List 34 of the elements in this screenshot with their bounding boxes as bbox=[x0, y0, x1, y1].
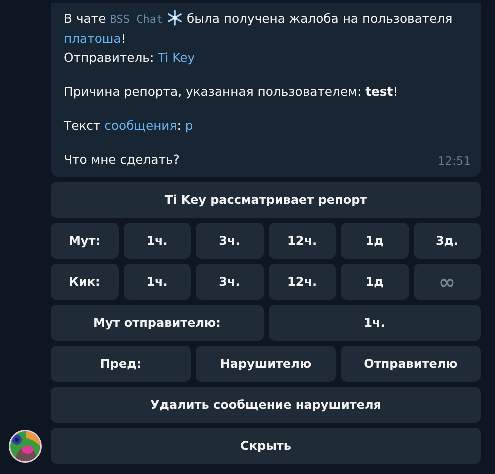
keyboard-button[interactable]: Отправителю bbox=[341, 346, 481, 382]
keyboard-button[interactable]: Нарушителю bbox=[196, 346, 336, 382]
user-link[interactable]: платоша bbox=[64, 31, 122, 46]
keyboard-button[interactable]: 1ч. bbox=[124, 223, 191, 259]
infinity-button[interactable]: ∞ bbox=[414, 264, 481, 300]
user-link[interactable]: Ti Key bbox=[158, 50, 196, 65]
keyboard-button[interactable]: Мут отправителю: bbox=[51, 305, 264, 341]
message-text: Отправитель: Ti Key bbox=[64, 49, 196, 67]
keyboard-button[interactable]: 3д. bbox=[414, 223, 481, 259]
keyboard-button[interactable]: Мут: bbox=[51, 223, 118, 259]
keyboard-button[interactable]: Кик: bbox=[51, 264, 118, 300]
keyboard-button[interactable]: Ti Key рассматривает репорт bbox=[51, 182, 481, 218]
keyboard-button[interactable]: 1ч. bbox=[124, 264, 191, 300]
message-time: 12:51 bbox=[438, 153, 471, 170]
chat-name: BSS Chat bbox=[110, 13, 164, 26]
user-link[interactable]: р bbox=[185, 118, 194, 133]
keyboard-button[interactable]: 3ч. bbox=[196, 223, 264, 259]
message-text: Текст сообщения: р bbox=[64, 117, 194, 135]
keyboard-button[interactable]: 1д bbox=[341, 264, 408, 300]
keyboard-button[interactable]: Пред: bbox=[51, 346, 191, 382]
snowflake-icon bbox=[167, 10, 184, 26]
user-link[interactable]: сообщения bbox=[104, 118, 178, 133]
message-text: В чате BSS Chat была получена жалоба на пользователя bbox=[64, 9, 453, 28]
message-text: Что мне сделать? bbox=[64, 151, 180, 169]
keyboard-button[interactable]: 3ч. bbox=[196, 264, 264, 300]
message-text: платоша! bbox=[64, 30, 126, 48]
keyboard-button[interactable]: 12ч. bbox=[268, 264, 336, 300]
avatar[interactable] bbox=[9, 430, 42, 463]
message-text: Причина репорта, указанная пользователем: test! bbox=[64, 83, 398, 101]
keyboard-button[interactable]: 1д bbox=[341, 223, 408, 259]
keyboard-button[interactable]: 1ч. bbox=[268, 305, 481, 341]
keyboard-button[interactable]: Скрыть bbox=[51, 428, 481, 464]
keyboard-button[interactable]: Удалить сообщение нарушителя bbox=[51, 387, 481, 423]
keyboard-button[interactable]: 12ч. bbox=[268, 223, 336, 259]
